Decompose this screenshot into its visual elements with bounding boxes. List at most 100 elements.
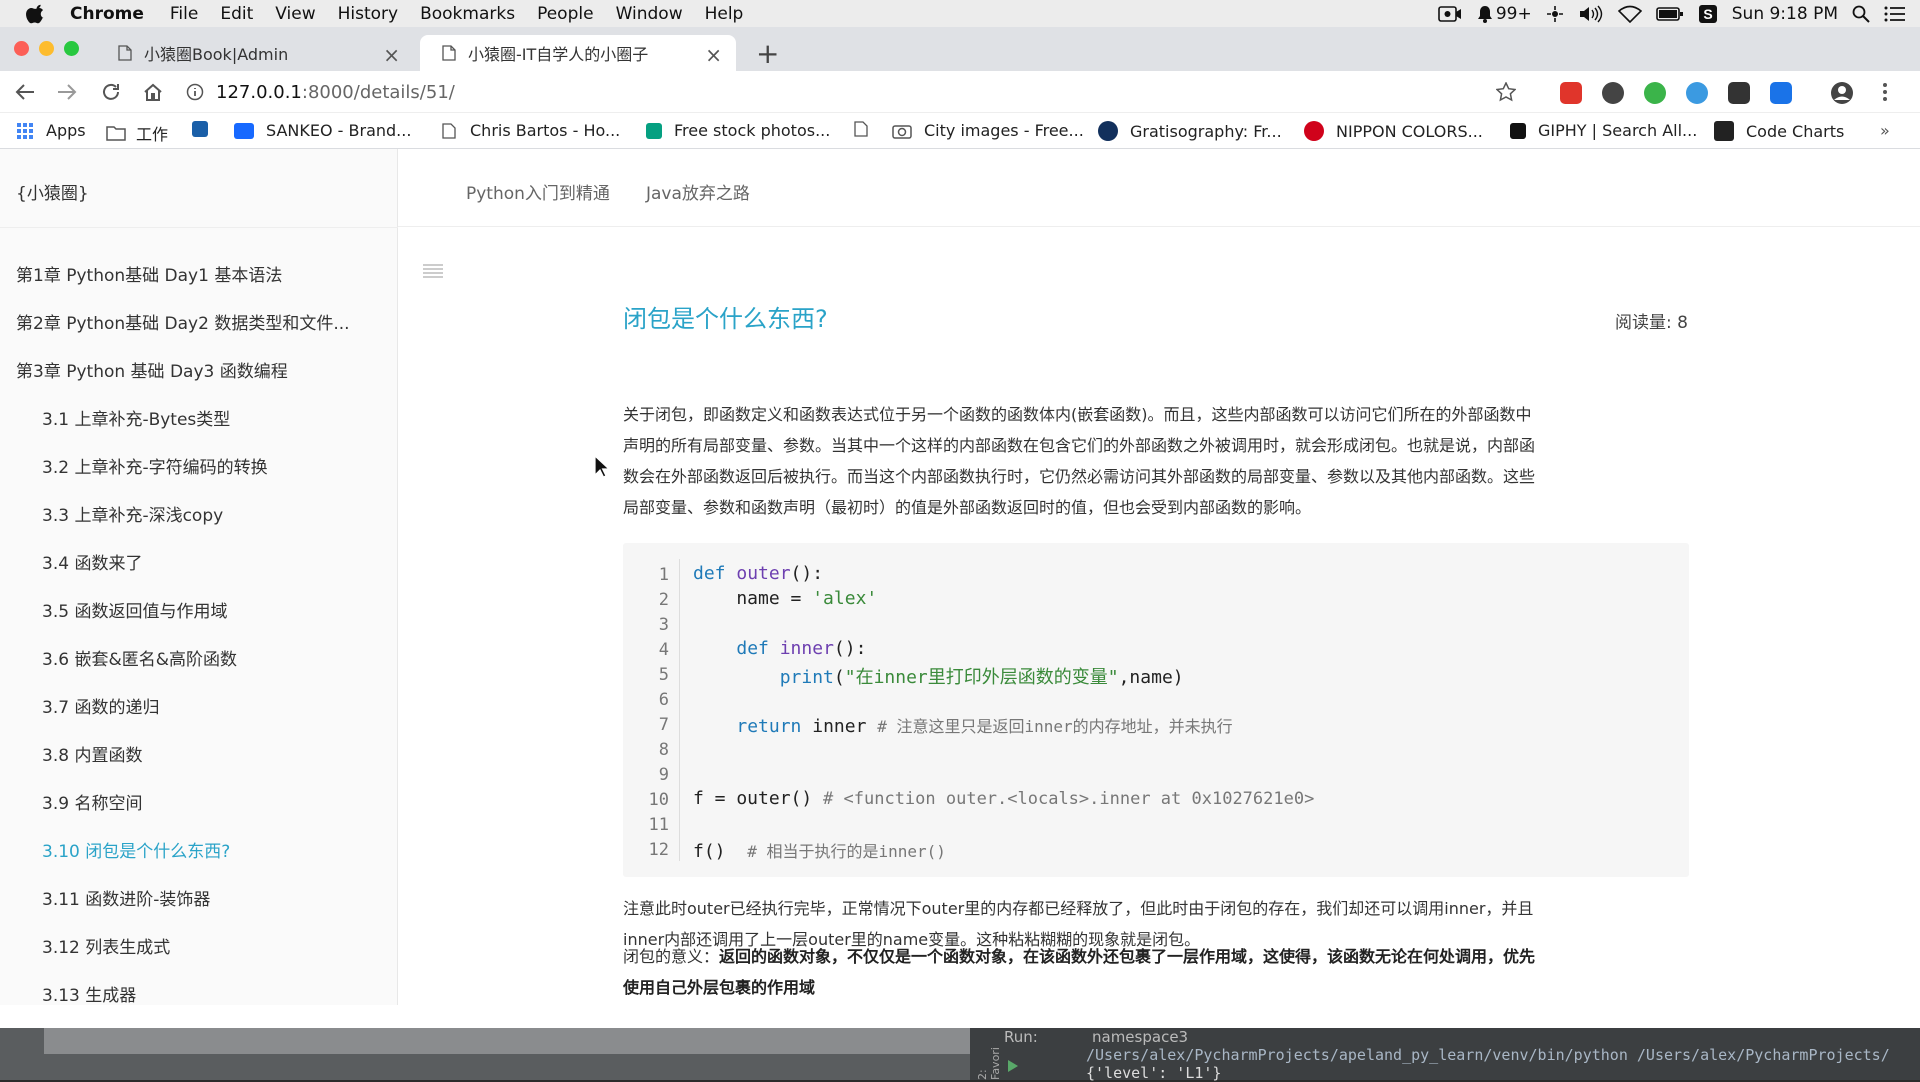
sidebar-item-3-1[interactable]: 3.1 上章补充-Bytes类型 <box>42 405 230 430</box>
menu-history[interactable]: History <box>338 4 398 24</box>
code-token: inner <box>779 638 834 659</box>
sidebar-item-3-3[interactable]: 3.3 上章补充-深浅copy <box>42 501 223 526</box>
apps-grid-icon <box>17 122 33 139</box>
bookmark-label: GIPHY | Search All... <box>1538 121 1698 140</box>
sidebar-item-3-4[interactable]: 3.4 函数来了 <box>42 549 142 574</box>
menu-help[interactable]: Help <box>705 4 744 24</box>
bookmark-chris-bartos[interactable]: Chris Bartos - Ho... <box>442 121 620 140</box>
sidebar-item-3-2[interactable]: 3.2 上章补充-字符编码的转换 <box>42 453 268 478</box>
menu-edit[interactable]: Edit <box>220 4 253 24</box>
bookmark-code-charts[interactable]: Code Charts <box>1714 121 1844 141</box>
reload-icon[interactable] <box>100 81 122 103</box>
nav-link-python[interactable]: Python入门到精通 <box>466 179 610 204</box>
extension-dark-icon[interactable] <box>1728 82 1750 104</box>
menu-app-chrome[interactable]: Chrome <box>70 4 144 24</box>
bookmarks-overflow-icon[interactable]: » <box>1880 121 1890 140</box>
menu-file[interactable]: File <box>170 4 198 24</box>
minimize-window-button[interactable] <box>39 41 54 56</box>
bookmark-city-images[interactable]: City images - Free... <box>892 121 1084 140</box>
chrome-menu-icon[interactable] <box>1882 82 1888 102</box>
menu-bookmarks[interactable]: Bookmarks <box>420 4 515 24</box>
bookmark-gratisography[interactable]: Gratisography: Fr... <box>1098 121 1282 141</box>
new-tab-button[interactable]: + <box>756 37 779 70</box>
extension-fe-icon[interactable] <box>1560 82 1582 104</box>
volume-icon[interactable] <box>1578 5 1604 23</box>
sidebar-item-3-13[interactable]: 3.13 生成器 <box>42 981 136 1006</box>
app-s-icon[interactable]: S <box>1698 4 1718 24</box>
back-arrow-icon[interactable] <box>14 81 36 103</box>
line-number: 1 <box>658 565 669 585</box>
close-tab-icon[interactable]: × <box>383 43 400 67</box>
sidebar-item-3-12[interactable]: 3.12 列表生成式 <box>42 933 170 958</box>
extension-blue-icon[interactable] <box>1686 82 1708 104</box>
web-page: {小猿圈} 第1章 Python基础 Day1 基本语法 第2章 Python基… <box>0 149 1920 1006</box>
spotlight-search-icon[interactable] <box>1852 5 1870 23</box>
sidebar-item-3-11[interactable]: 3.11 函数进阶-装饰器 <box>42 885 210 910</box>
tab-admin[interactable]: 小猿圈Book|Admin × <box>96 35 414 71</box>
forward-arrow-icon[interactable] <box>56 81 78 103</box>
profile-avatar-icon[interactable] <box>1830 81 1854 105</box>
sidebar-item-3-5[interactable]: 3.5 函数返回值与作用域 <box>42 597 227 622</box>
close-tab-icon[interactable]: × <box>705 43 722 67</box>
run-config[interactable]: namespace3 <box>1092 1028 1188 1046</box>
bookmark-apps[interactable]: Apps <box>16 121 86 140</box>
site-logo[interactable]: {小猿圈} <box>16 179 89 204</box>
bookmark-giphy[interactable]: GIPHY | Search All... <box>1510 121 1697 140</box>
ide-scrollbar[interactable] <box>44 1028 970 1054</box>
extension-translate-icon[interactable] <box>1770 82 1792 104</box>
close-window-button[interactable] <box>14 41 29 56</box>
extension-ghostery-icon[interactable] <box>1602 82 1624 104</box>
code-token: 'alex' <box>812 588 878 609</box>
wifi-icon[interactable] <box>1617 5 1642 23</box>
sidebar-item-3-6[interactable]: 3.6 嵌套&匿名&高阶函数 <box>42 645 237 670</box>
menu-view[interactable]: View <box>275 4 315 24</box>
mouse-cursor-icon <box>594 455 610 478</box>
code-line: f() # 相当于执行的是inner() <box>693 838 946 862</box>
menu-people[interactable]: People <box>537 4 593 24</box>
line-number: 7 <box>658 715 669 735</box>
sidebar-item-3-9[interactable]: 3.9 名称空间 <box>42 789 142 814</box>
bookmark-page[interactable] <box>854 121 868 137</box>
browser-toolbar: 127.0.0.1:8000/details/51/ <box>0 71 1920 113</box>
sidebar-item-3-10-active[interactable]: 3.10 闭包是个什么东西? <box>42 837 230 862</box>
code-block: 1 2 3 4 5 6 7 8 9 10 11 12 def outer(): … <box>623 543 1689 877</box>
bookmark-sankeo[interactable]: SANKEO - Brand... <box>234 121 411 140</box>
bookmark-mail[interactable] <box>192 121 220 137</box>
favorites-tab[interactable]: 2: Favori <box>976 1034 1002 1080</box>
bell-icon <box>1477 5 1492 23</box>
screen-record-icon[interactable] <box>1438 5 1462 23</box>
sidebar: {小猿圈} 第1章 Python基础 Day1 基本语法 第2章 Python基… <box>0 149 398 1006</box>
sidebar-chapter-2[interactable]: 第2章 Python基础 Day2 数据类型和文件... <box>16 309 350 334</box>
run-command: /Users/alex/PycharmProjects/apeland_py_l… <box>1086 1046 1890 1064</box>
sidebar-item-3-8[interactable]: 3.8 内置函数 <box>42 741 142 766</box>
code-token: f() <box>693 841 748 862</box>
menu-toggle-icon[interactable] <box>422 263 444 279</box>
code-line: return inner # 注意这里只是返回inner的内存地址，并未执行 <box>693 713 1232 737</box>
nav-link-java[interactable]: Java放弃之路 <box>646 179 750 204</box>
extension-evernote-icon[interactable] <box>1644 82 1666 104</box>
bookmark-folder-work[interactable]: 工作 <box>106 121 168 145</box>
bookmark-star-icon[interactable] <box>1496 82 1516 102</box>
bookmark-label: 工作 <box>136 125 169 144</box>
battery-icon[interactable] <box>1655 6 1684 22</box>
sidebar-item-3-7[interactable]: 3.7 函数的递归 <box>42 693 159 718</box>
run-play-icon[interactable] <box>1008 1060 1018 1072</box>
notification-status[interactable]: 99+ <box>1476 4 1532 24</box>
sidebar-chapter-3[interactable]: 第3章 Python 基础 Day3 函数编程 <box>16 357 288 382</box>
bluetooth-like-icon[interactable] <box>1546 5 1564 23</box>
zoom-window-button[interactable] <box>64 41 79 56</box>
pexels-icon <box>646 122 662 139</box>
home-icon[interactable] <box>142 81 164 103</box>
menu-window[interactable]: Window <box>616 4 683 24</box>
apple-icon[interactable] <box>26 4 46 24</box>
info-icon[interactable] <box>186 83 204 101</box>
clock[interactable]: Sun 9:18 PM <box>1732 4 1838 24</box>
notification-center-icon[interactable] <box>1884 5 1906 23</box>
bookmark-nippon-colors[interactable]: NIPPON COLORS... <box>1304 121 1483 141</box>
address-bar[interactable]: 127.0.0.1:8000/details/51/ <box>186 76 1516 108</box>
code-token: name = <box>693 588 813 609</box>
bookmark-label: Chris Bartos - Ho... <box>470 121 621 140</box>
bookmark-pexels[interactable]: Free stock photos... <box>646 121 830 140</box>
tab-active-details[interactable]: 小猿圈-IT自学人的小圈子 × <box>420 35 736 71</box>
sidebar-chapter-1[interactable]: 第1章 Python基础 Day1 基本语法 <box>16 261 282 286</box>
